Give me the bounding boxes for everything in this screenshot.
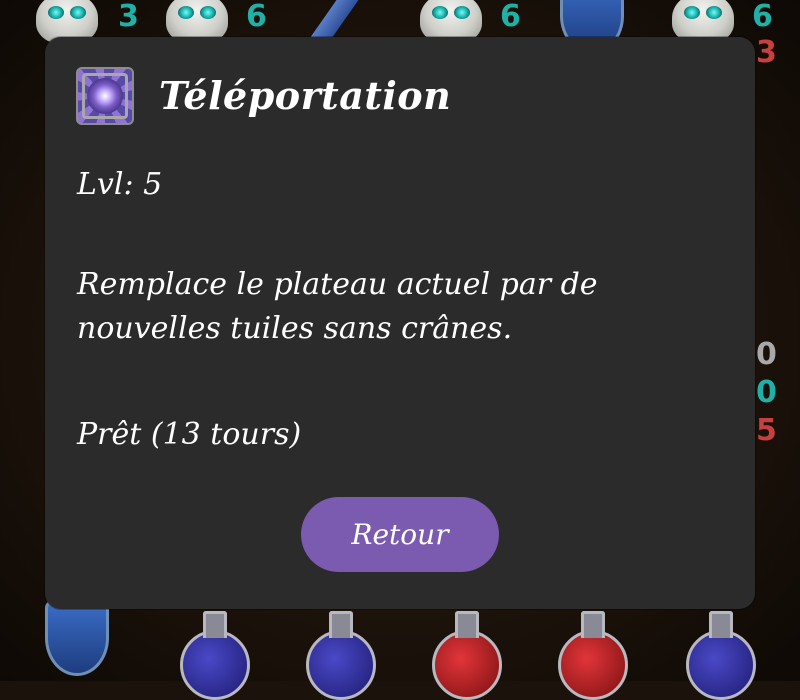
skull-count: 3 [118, 0, 139, 34]
skull-count: 6 [246, 0, 267, 34]
red-potion-tile [432, 611, 502, 700]
skill-description: Remplace le plateau actuel par de nouvel… [77, 267, 598, 346]
side-count: 0 [756, 337, 777, 372]
red-potion-tile [558, 611, 628, 700]
back-button[interactable]: Retour [301, 497, 499, 572]
blue-potion-tile [686, 611, 756, 700]
skull-count: 6 [500, 0, 521, 34]
side-count: 5 [756, 413, 777, 448]
skill-level: Lvl: 5 [77, 167, 163, 202]
skull-count: 6 [752, 0, 773, 34]
side-count: 0 [756, 375, 777, 410]
blue-potion-tile [180, 611, 250, 700]
shield-tile [45, 600, 109, 676]
side-count: 3 [756, 35, 777, 70]
dialog-title: Téléportation [159, 73, 452, 118]
teleport-vortex-icon [76, 67, 134, 125]
skill-info-dialog: Téléportation Lvl: 5 Remplace le plateau… [45, 37, 755, 609]
blue-potion-tile [306, 611, 376, 700]
skill-status: Prêt (13 tours) [77, 417, 302, 452]
